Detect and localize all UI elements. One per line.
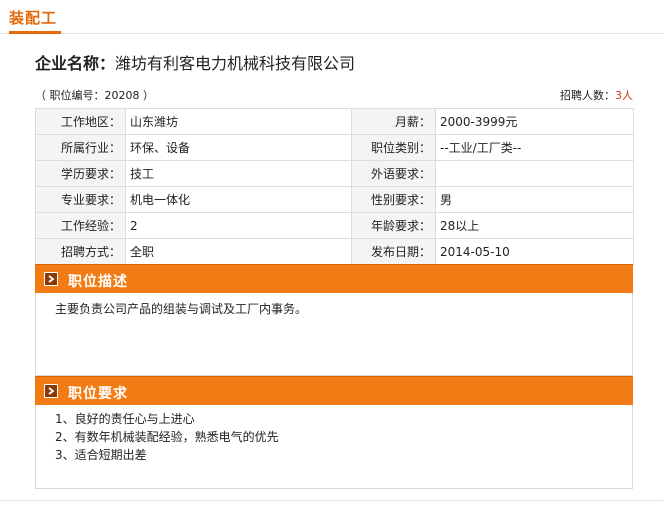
info-label: 学历要求：	[35, 160, 126, 187]
chevron-right-icon	[44, 272, 58, 286]
info-label: 所属行业：	[35, 134, 126, 161]
info-value: 28以上	[435, 212, 634, 239]
company-label: 企业名称：	[35, 54, 116, 73]
info-label: 月薪：	[351, 108, 436, 135]
tab-title: 装配工	[9, 9, 58, 27]
info-label: 专业要求：	[35, 186, 126, 213]
description-text: 主要负责公司产品的组装与调试及工厂内事务。	[55, 302, 308, 316]
bottom-divider	[0, 500, 663, 501]
hire-count-value: 3人	[615, 89, 633, 102]
tab-underline	[9, 31, 61, 34]
table-row: 专业要求： 机电一体化 性别要求： 男	[35, 186, 634, 213]
list-item: 3、适合短期出差	[55, 448, 147, 462]
info-label: 工作经验：	[35, 212, 126, 239]
list-item: 1、良好的责任心与上进心	[55, 412, 195, 426]
requirements-list: 1、良好的责任心与上进心 2、有数年机械装配经验，熟悉电气的优先 3、适合短期出…	[55, 410, 279, 464]
table-row: 工作经验： 2 年龄要求： 28以上	[35, 212, 634, 239]
info-value: 技工	[125, 160, 352, 187]
info-value: 2	[125, 212, 352, 239]
chevron-right-icon	[44, 384, 58, 398]
table-row: 工作地区： 山东潍坊 月薪： 2000-3999元	[35, 108, 634, 135]
list-item: 2、有数年机械装配经验，熟悉电气的优先	[55, 430, 279, 444]
info-label: 职位类别：	[351, 134, 436, 161]
table-row: 招聘方式： 全职 发布日期： 2014-05-10	[35, 238, 634, 265]
requirements-header: 职位要求	[35, 376, 633, 405]
info-value: 男	[435, 186, 634, 213]
job-info-table: 工作地区： 山东潍坊 月薪： 2000-3999元 所属行业： 环保、设备 职位…	[35, 108, 634, 265]
table-row: 学历要求： 技工 外语要求：	[35, 160, 634, 187]
company-line: 企业名称：潍坊有利客电力机械科技有限公司	[35, 50, 355, 74]
info-label: 工作地区：	[35, 108, 126, 135]
info-value: 2000-3999元	[435, 108, 634, 135]
info-label: 外语要求：	[351, 160, 436, 187]
info-value: --工业/工厂类--	[435, 134, 634, 161]
company-name[interactable]: 潍坊有利客电力机械科技有限公司	[115, 54, 355, 73]
info-label: 发布日期：	[351, 238, 436, 265]
info-value	[435, 160, 634, 187]
job-title-tab: 装配工	[0, 0, 663, 34]
info-value: 机电一体化	[125, 186, 352, 213]
description-title: 职位描述	[68, 274, 128, 290]
job-number: （ 职位编号：20208 ）	[35, 89, 154, 102]
hire-count-label: 招聘人数：	[560, 89, 615, 102]
info-label: 年龄要求：	[351, 212, 436, 239]
requirements-title: 职位要求	[68, 386, 128, 402]
table-row: 所属行业： 环保、设备 职位类别： --工业/工厂类--	[35, 134, 634, 161]
info-value: 山东潍坊	[125, 108, 352, 135]
info-value: 2014-05-10	[435, 238, 634, 265]
description-header: 职位描述	[35, 264, 633, 293]
info-value: 全职	[125, 238, 352, 265]
info-value: 环保、设备	[125, 134, 352, 161]
info-label: 招聘方式：	[35, 238, 126, 265]
meta-row: （ 职位编号：20208 ） 招聘人数：3人	[35, 87, 633, 103]
hire-count: 招聘人数：3人	[560, 87, 633, 103]
info-label: 性别要求：	[351, 186, 436, 213]
